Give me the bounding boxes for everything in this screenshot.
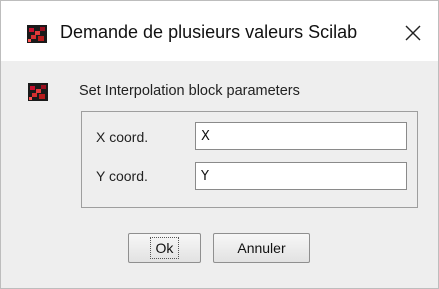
y-coord-input[interactable] <box>195 162 407 190</box>
dialog-message: Set Interpolation block parameters <box>79 83 300 99</box>
title-bar[interactable]: Demande de plusieurs valeurs Scilab <box>1 1 438 61</box>
ok-button[interactable]: Ok <box>128 233 201 263</box>
dialog-window: Demande de plusieurs valeurs Scilab Set … <box>0 0 439 289</box>
cancel-button[interactable]: Annuler <box>213 233 310 263</box>
dialog-content: Set Interpolation block parameters X coo… <box>1 61 438 288</box>
fields-group: X coord. Y coord. <box>81 111 418 208</box>
scilab-logo-icon <box>27 25 47 43</box>
x-coord-label: X coord. <box>96 129 149 145</box>
window-title: Demande de plusieurs valeurs Scilab <box>60 22 358 42</box>
close-icon <box>405 25 421 41</box>
cancel-button-label: Annuler <box>237 240 286 256</box>
close-button[interactable] <box>393 13 433 53</box>
scilab-logo-icon <box>28 83 48 101</box>
x-coord-input[interactable] <box>195 122 407 150</box>
ok-button-label: Ok <box>149 237 180 259</box>
y-coord-label: Y coord. <box>96 168 148 184</box>
